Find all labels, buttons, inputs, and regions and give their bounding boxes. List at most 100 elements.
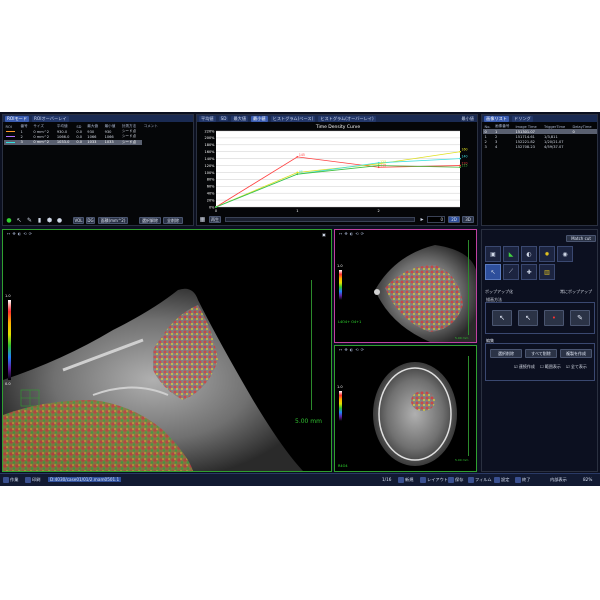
select-delete-button[interactable]: 選択削除 (490, 349, 522, 358)
vol-button[interactable]: VOL (73, 217, 84, 224)
roi-cell: 3 (19, 139, 32, 145)
tools-panel: Match cut ▣ ◣ ◐ ✹ ◉ ↖ ⟋ ✚ ▥ ポップアップ化 常にポッ… (481, 229, 598, 472)
print-menu[interactable]: 印刷 (25, 477, 40, 483)
record-icon[interactable]: ● (6, 217, 12, 224)
area-select[interactable]: 面積(mm^2) (98, 217, 128, 224)
new-button[interactable]: 新規 (398, 477, 413, 483)
curve-tab-right[interactable]: 最小値 (461, 116, 477, 122)
tab-image-list[interactable]: 画像リスト (484, 115, 509, 122)
curve-tab[interactable]: ヒストグラム(オーバーレイ) (318, 115, 376, 122)
polygon-icon[interactable]: ⬢ (46, 217, 53, 224)
chart-ytick: 120% (204, 164, 215, 168)
curve-tab[interactable]: 最大値 (231, 115, 249, 122)
breast-mri-image (3, 288, 303, 471)
main-colorbar-bottom: 0.0 (5, 382, 11, 386)
roi-table: ROI 番号 サイズ 平均値 SD 最大値 最小値 計測方法 コメント 10 mm^2 930.0… (4, 124, 164, 145)
always-popup-checkbox[interactable]: 常にポップアップ (560, 289, 592, 295)
roi-draw-icon[interactable]: ↖ (485, 264, 501, 280)
bottom-right-viewport[interactable]: ↔ ✥ ◐ ⟲ ⟳ 1.0 R4O4 5.00 mm (334, 345, 477, 472)
series-cell: 4/59/37.07 (543, 145, 564, 150)
save-button[interactable]: 保存 (448, 477, 463, 483)
chart-data-label: 115 (462, 163, 468, 167)
series-cell: 3 (484, 145, 487, 150)
step-forward-icon[interactable]: ▸ (419, 216, 425, 223)
roi-cell: 1033 (85, 139, 104, 145)
pointer-icon[interactable]: ↖ (16, 217, 22, 224)
measure-icon[interactable]: ⟋ (503, 264, 519, 280)
camera-icon[interactable]: ◉ (557, 246, 573, 262)
top-right-viewport[interactable]: ↔ ✥ ◐ ⟲ ⟳ 1.0 L4O4+ O4+1 5.00 mm (334, 229, 477, 343)
display-label: 内部表示 (550, 477, 567, 482)
work-label: 作業 (10, 477, 19, 482)
circle-icon[interactable]: ● (56, 217, 63, 224)
mode-3d-button[interactable]: 3D (462, 216, 474, 223)
main-colorbar-top: 1.0 (5, 294, 11, 298)
layout-button[interactable]: レイアウト (420, 477, 448, 483)
popup-checkbox-label[interactable]: ポップアップ化 (485, 289, 513, 295)
chart-ytick: 80% (207, 178, 215, 182)
series-table-row[interactable]: 3 4 152708.23 4/59/37.07 (483, 145, 597, 150)
print-label: 印刷 (32, 477, 41, 482)
breast-mri-axial-image (373, 362, 457, 466)
roi-header-cell[interactable]: コメント (142, 124, 164, 129)
series-cell: 152708.23 (515, 145, 535, 150)
freehand-icon[interactable]: ✎ (26, 217, 33, 224)
grid-icon[interactable]: ▦ (199, 216, 206, 223)
tr-ruler (468, 240, 476, 335)
roi-panel: ROIモード ROIオーバーレイ ROI 番号 サイズ 平均値 SD 最大値 最小値 計測方法… (2, 114, 194, 226)
contrast-icon[interactable]: ◐ (521, 246, 537, 262)
draw-pointer-button[interactable]: ↖ (492, 310, 512, 326)
roi-cell: 0 mm^2 (31, 139, 56, 145)
continuous-checkbox[interactable]: ☑ 連続作成 (514, 364, 535, 370)
frame-field[interactable]: 0 (427, 216, 445, 223)
main-viewport[interactable]: ↔ ✥ ◐ ⟲ ⟳ 1.0 0.0 5.00 mm ▣ (2, 229, 332, 472)
film-button[interactable]: フィルム (468, 477, 492, 483)
range-checkbox[interactable]: ☐ 範囲表示 (540, 364, 561, 370)
draw-method-group: ↖ ↖ • ✎ (485, 302, 595, 334)
curve-tab[interactable]: 平均値 (199, 115, 216, 122)
settings-button[interactable]: 設定 (494, 477, 509, 483)
draw-dot-button[interactable]: • (544, 310, 564, 326)
crosshair-icon[interactable]: ✚ (521, 264, 537, 280)
match-cut-button[interactable]: Match cut (566, 235, 596, 242)
chart-data-label: 95 (299, 170, 303, 174)
tab-roi-mode[interactable]: ROIモード (5, 115, 30, 122)
tab-roi-overlay[interactable]: ROIオーバーレイ (32, 115, 69, 122)
color-map-icon[interactable]: ✹ (539, 246, 555, 262)
br-colorbar (339, 391, 342, 421)
draw-freehand-button[interactable]: ✎ (570, 310, 590, 326)
delete-all-button[interactable]: すべて削除 (525, 349, 557, 358)
save-label: 保存 (455, 477, 464, 482)
curve-icon[interactable]: ◣ (503, 246, 519, 262)
dg-button[interactable]: DG (86, 217, 95, 224)
exit-button[interactable]: 終了 (515, 477, 530, 483)
copy-make-button[interactable]: 複製を作成 (560, 349, 592, 358)
deselect-button[interactable]: 選択解除 (139, 217, 161, 224)
chart-ytick: 60% (207, 185, 215, 189)
curve-tab[interactable]: 最小値 (251, 115, 268, 122)
roi-color-swatch (4, 139, 20, 145)
main-colorbar (8, 300, 11, 380)
work-menu[interactable]: 作業 (3, 477, 18, 483)
play-button[interactable]: 再生 (209, 216, 221, 223)
tab-drill[interactable]: ドリング (511, 115, 533, 122)
settings-label: 設定 (501, 477, 510, 482)
curve-tab[interactable]: SD (218, 116, 229, 121)
rectangle-icon[interactable]: ▮ (36, 217, 43, 224)
curve-tabbar: 平均値 SD 最大値 最小値 ヒストグラム(ベース) ヒストグラム(オーバーレイ) 最小値 (197, 115, 477, 122)
delete-all-roi-button[interactable]: 全削除 (163, 217, 183, 224)
work-icon (3, 477, 9, 483)
chart-ytick: 200% (204, 136, 215, 140)
frame-slider[interactable] (225, 217, 415, 222)
layout-icon[interactable]: ▣ (485, 246, 501, 262)
curve-tab[interactable]: ヒストグラム(ベース) (270, 115, 316, 122)
all-display-checkbox[interactable]: ☑ 全て表示 (566, 364, 587, 370)
film-icon (468, 477, 474, 483)
roi-table-row[interactable]: 30 mm^2 1033.0 0.0 1033 1033 シード点 (4, 139, 164, 145)
draw-arrow-button[interactable]: ↖ (518, 310, 538, 326)
roi-cell: 0.0 (74, 139, 86, 145)
histogram-icon[interactable]: ▥ (539, 264, 555, 280)
mode-2d-button[interactable]: 2D (448, 216, 460, 223)
close-viewport-icon[interactable]: ▣ (321, 231, 327, 237)
exit-label: 終了 (522, 477, 531, 482)
